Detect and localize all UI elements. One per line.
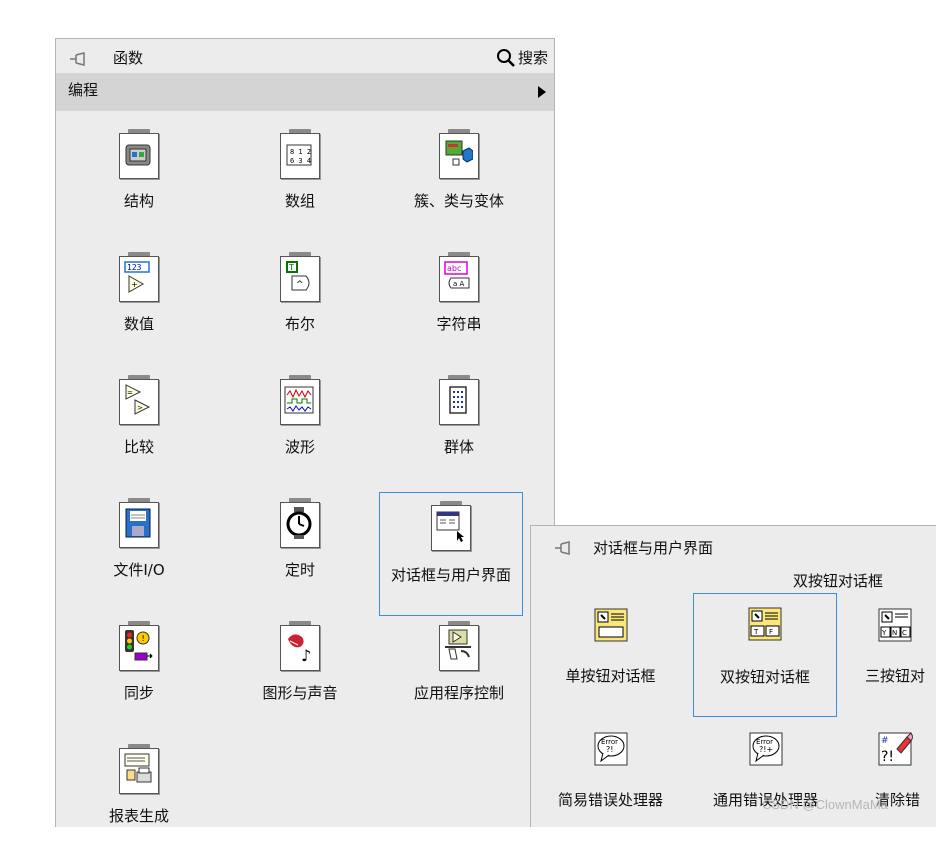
- palette-item-report-generation[interactable]: 报表生成: [69, 736, 209, 854]
- palette-item-graphics-sound[interactable]: ♪ 图形与声音: [230, 613, 370, 731]
- dialog-ui-palette: 对话框与用户界面 双按钮对话框 单按钮对话框 T F 双按钮对话框 Y N C: [530, 525, 936, 827]
- palette-item-numeric[interactable]: 123 + 数值: [69, 244, 209, 362]
- svg-text:T: T: [753, 628, 759, 636]
- svg-text:?!+: ?!+: [759, 745, 773, 754]
- svg-text:F: F: [769, 628, 773, 636]
- palette-item-app-control[interactable]: 应用程序控制: [389, 613, 529, 731]
- svg-text:?!: ?!: [881, 749, 894, 765]
- cluster-icon: [439, 129, 479, 179]
- pin-icon[interactable]: [68, 49, 88, 69]
- svg-text:?!: ?!: [606, 745, 613, 754]
- palette-item-boolean[interactable]: T ^ 布尔: [230, 244, 370, 362]
- pin-icon[interactable]: [553, 538, 573, 558]
- svg-text:!: !: [142, 634, 145, 643]
- watermark-text: CSDN @ClownMaMa: [762, 797, 888, 812]
- svg-text:^: ^: [296, 280, 304, 290]
- svg-text:=: =: [127, 389, 133, 397]
- report-printer-icon: [119, 744, 159, 794]
- palette-item-collections[interactable]: 群体: [389, 367, 529, 485]
- comparison-icon: = >: [119, 375, 159, 425]
- svg-text:abc: abc: [447, 264, 461, 273]
- traffic-light-icon: !: [119, 621, 159, 671]
- palette-item-file-io[interactable]: 文件I/O: [69, 490, 209, 608]
- one-button-dialog-icon: [594, 608, 627, 642]
- search-label: 搜索: [517, 49, 548, 67]
- svg-text:6 3 4: 6 3 4: [290, 157, 311, 165]
- svg-text:♪: ♪: [301, 646, 311, 663]
- dialog-window-icon: [431, 501, 471, 551]
- svg-text:a A: a A: [453, 280, 465, 288]
- app-control-icon: [439, 621, 479, 671]
- palette-title: 函数: [113, 49, 144, 67]
- string-icon: abc a A: [439, 252, 479, 302]
- hover-tooltip: 双按钮对话框: [793, 572, 884, 590]
- general-error-handler-icon: Error?!+: [749, 732, 782, 766]
- svg-text:123: 123: [127, 263, 142, 272]
- three-button-dialog-icon: Y N C: [878, 608, 912, 642]
- waveform-icon: [280, 375, 320, 425]
- svg-text:>: >: [137, 404, 143, 412]
- simple-error-handler-icon: Error?!: [594, 732, 627, 766]
- collections-icon: [439, 375, 479, 425]
- boolean-icon: T ^: [280, 252, 320, 302]
- palette-item-synchronization[interactable]: ! 同步: [69, 613, 209, 731]
- clear-errors-icon: # ?!: [878, 732, 913, 766]
- search-button[interactable]: 搜索: [496, 47, 548, 68]
- palette-item-array[interactable]: 8 1 26 3 4 数组: [230, 121, 370, 239]
- numeric-icon: 123 +: [119, 252, 159, 302]
- search-icon: [496, 48, 515, 67]
- expand-arrow-icon[interactable]: [538, 86, 546, 98]
- two-button-dialog-icon: T F: [748, 607, 782, 641]
- svg-text:#: #: [881, 736, 889, 746]
- simple-error-handler[interactable]: Error?! 简易错误处理器: [538, 719, 683, 817]
- palette-item-string[interactable]: abc a A 字符串: [389, 244, 529, 362]
- svg-text:8 1 2: 8 1 2: [290, 148, 311, 156]
- array-icon: 8 1 26 3 4: [280, 129, 320, 179]
- palette-item-structures[interactable]: 结构: [69, 121, 209, 239]
- floppy-disk-icon: [119, 498, 159, 548]
- svg-text:C: C: [902, 629, 907, 637]
- palette-item-cluster[interactable]: 簇、类与变体: [389, 121, 529, 239]
- svg-text:Y: Y: [881, 629, 887, 637]
- stopwatch-icon: [280, 498, 320, 548]
- structures-icon: [119, 129, 159, 179]
- one-button-dialog[interactable]: 单按钮对话框: [538, 595, 683, 693]
- svg-text:N: N: [892, 629, 897, 637]
- functions-palette: 函数 搜索 编程 结构 8 1 26 3 4 数组 簇、类与变体 123 + 数…: [55, 38, 555, 827]
- three-button-dialog[interactable]: Y N C 三按钮对: [853, 595, 936, 693]
- graphics-sound-icon: ♪: [280, 621, 320, 671]
- palette-item-timing[interactable]: 定时: [230, 490, 370, 608]
- palette-item-comparison[interactable]: = > 比较: [69, 367, 209, 485]
- dialog-palette-title: 对话框与用户界面: [593, 539, 714, 557]
- category-bar[interactable]: 编程: [56, 73, 554, 111]
- svg-text:+: +: [131, 280, 138, 289]
- dialog-palette-titlebar: 对话框与用户界面: [531, 526, 936, 566]
- palette-item-dialog-ui[interactable]: 对话框与用户界面: [379, 492, 523, 616]
- two-button-dialog[interactable]: T F 双按钮对话框: [693, 593, 837, 717]
- category-title: 编程: [68, 81, 99, 99]
- palette-item-waveform[interactable]: 波形: [230, 367, 370, 485]
- svg-text:T: T: [288, 263, 294, 272]
